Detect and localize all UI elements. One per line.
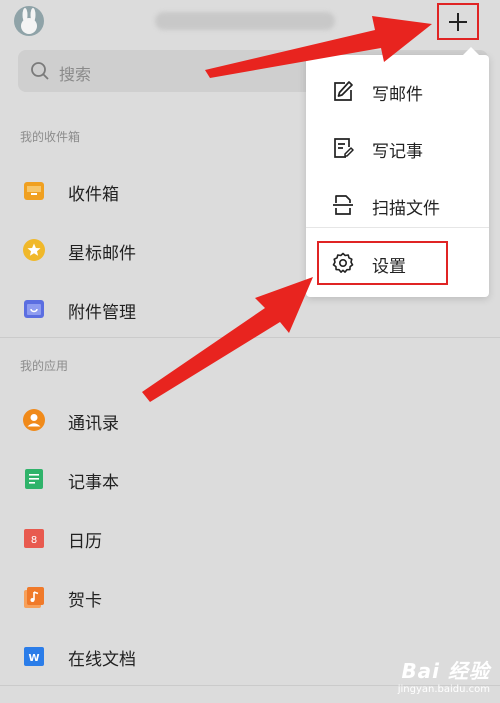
menu-caret: [463, 47, 479, 55]
list-item-label: 星标邮件: [68, 244, 136, 264]
account-name-blurred: [155, 12, 335, 30]
avatar[interactable]: [14, 6, 44, 36]
list-item-greeting-card[interactable]: 贺卡: [0, 568, 500, 626]
search-icon: [31, 62, 49, 80]
menu-item-label: 写邮件: [372, 85, 423, 105]
section-title-mailbox: 我的收件箱: [20, 130, 81, 144]
add-button[interactable]: [437, 3, 479, 40]
list-item-label: 日历: [68, 532, 102, 552]
calendar-icon: 8: [24, 529, 44, 548]
attachment-icon: [24, 300, 44, 318]
list-item-notepad[interactable]: 记事本: [0, 450, 500, 508]
menu-item-scan-file[interactable]: 扫描文件: [306, 177, 489, 233]
list-item-label: 贺卡: [68, 591, 102, 611]
top-bar: [0, 0, 500, 44]
greeting-card-icon: [24, 587, 44, 608]
star-icon: [23, 239, 45, 261]
baidu-watermark: Bai 经验 jingyan.baidu.com: [398, 655, 490, 695]
compose-icon: [334, 81, 353, 101]
list-item-label: 在线文档: [68, 650, 136, 670]
list-item-label: 记事本: [68, 473, 119, 493]
list-item-label: 收件箱: [68, 185, 119, 205]
list-item-calendar[interactable]: 8 日历: [0, 509, 500, 567]
section-divider: [0, 337, 500, 338]
menu-item-label: 写记事: [372, 142, 423, 162]
section-title-apps: 我的应用: [20, 359, 69, 373]
menu-item-label: 扫描文件: [372, 199, 440, 219]
notepad-icon: [25, 469, 43, 489]
menu-divider: [306, 227, 489, 228]
settings-highlight-box: [317, 241, 448, 285]
plus-icon: [449, 13, 467, 31]
scan-file-icon: [333, 195, 353, 215]
list-item-label: 附件管理: [68, 303, 136, 323]
online-doc-icon: W: [24, 647, 44, 666]
menu-item-write-note[interactable]: 写记事: [306, 120, 489, 176]
list-item-contacts[interactable]: 通讯录: [0, 391, 500, 449]
online-doc-badge: W: [28, 653, 39, 664]
calendar-badge: 8: [31, 535, 37, 546]
write-note-icon: [334, 138, 354, 158]
watermark-line2: jingyan.baidu.com: [397, 684, 490, 695]
inbox-icon: [24, 182, 44, 200]
list-item-label: 通讯录: [68, 414, 119, 434]
menu-item-compose[interactable]: 写邮件: [306, 63, 489, 119]
rabbit-avatar-icon: [21, 8, 37, 34]
search-placeholder: 搜索: [59, 65, 92, 84]
watermark-line1: Bai 经验: [401, 659, 490, 683]
contacts-icon: [23, 409, 45, 431]
